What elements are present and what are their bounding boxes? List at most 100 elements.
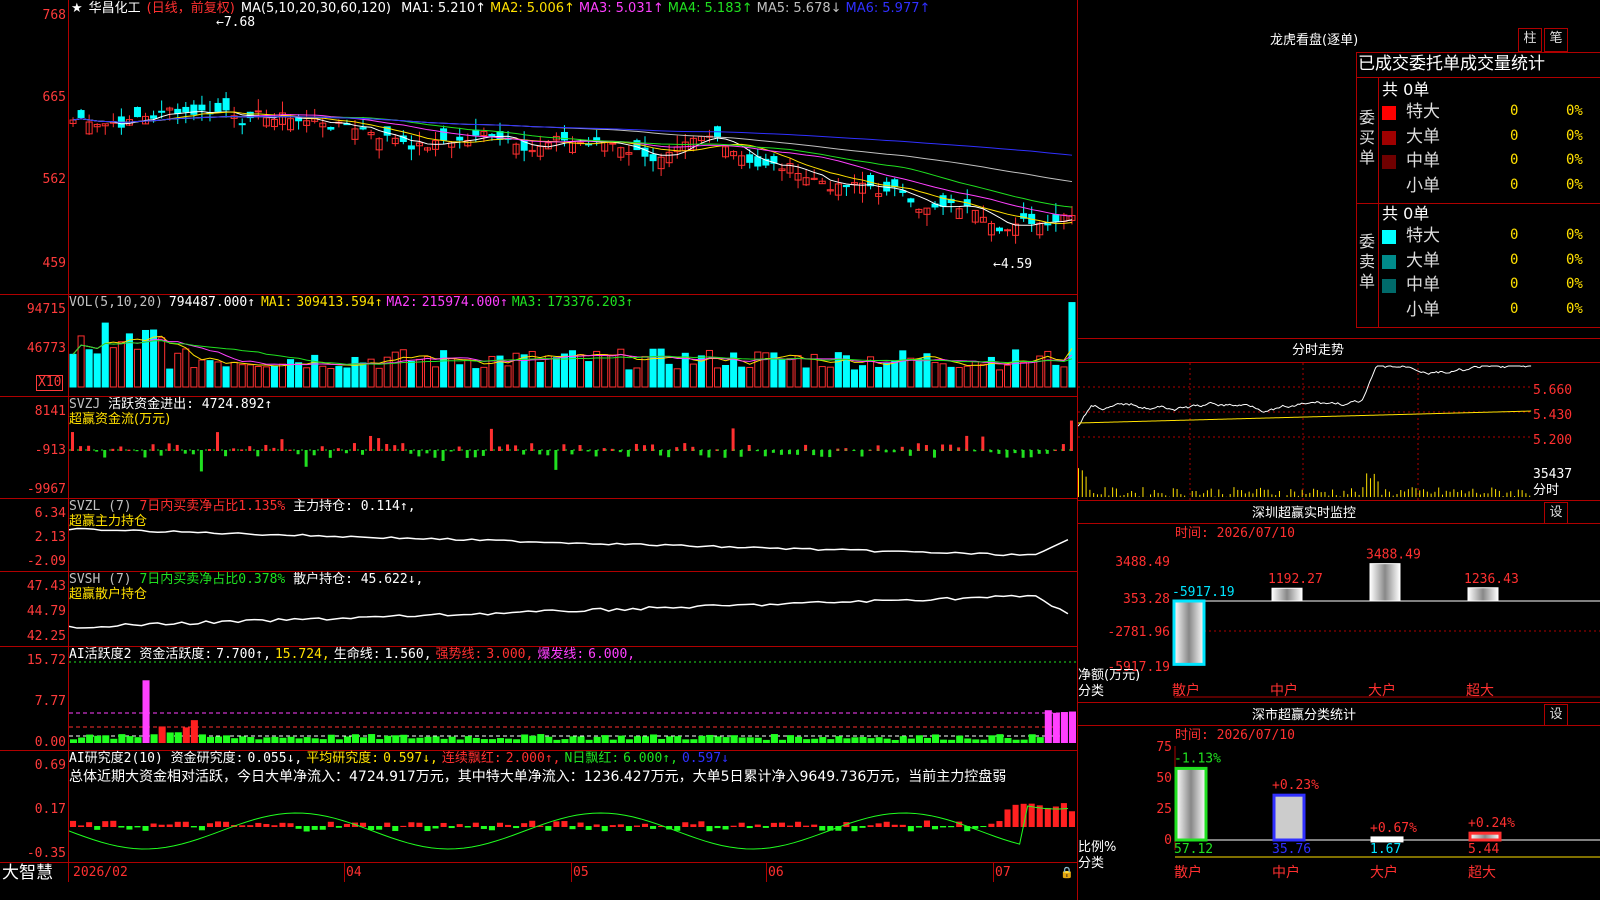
classify-bottom-2: 1.67 bbox=[1370, 842, 1401, 857]
classify-axis-1: 50 bbox=[1156, 771, 1172, 786]
volume-bar bbox=[311, 354, 319, 388]
activity-bar bbox=[964, 738, 972, 743]
volume-bar bbox=[174, 352, 182, 388]
research-bar bbox=[746, 826, 753, 829]
volume-bar bbox=[713, 367, 722, 388]
intraday-vol-bar bbox=[1165, 495, 1167, 497]
svzj-axis-mid: -913 bbox=[34, 443, 66, 458]
research-bar bbox=[464, 826, 471, 828]
ai-activity-panel[interactable]: AI活跃度2 资金活跃度: 7.700↑, 15.724, 生命线: 1.560, 强势线… bbox=[0, 647, 1077, 750]
research-bar bbox=[714, 826, 721, 829]
sell-row-pct-0: 0% bbox=[1566, 227, 1583, 243]
candle-body bbox=[359, 127, 367, 130]
activity-bar bbox=[1020, 739, 1028, 743]
intraday-vol-bar bbox=[1438, 487, 1440, 497]
intraday-vol-bar bbox=[1335, 495, 1337, 497]
intraday-vol-bar bbox=[1271, 494, 1273, 497]
tick-view-button[interactable]: 笔 bbox=[1544, 28, 1568, 52]
research-bar bbox=[134, 826, 141, 828]
activity-bar bbox=[553, 739, 561, 743]
candle-body bbox=[649, 154, 657, 162]
research-bar bbox=[150, 823, 157, 827]
volume-panel[interactable]: VOL(5,10,20) 794487.000↑ MA1: 309413.594↑ MA… bbox=[0, 295, 1077, 396]
volume-bar bbox=[1060, 366, 1068, 388]
activity-bar bbox=[279, 737, 287, 743]
volume-bar bbox=[77, 335, 85, 388]
candle-body bbox=[488, 134, 496, 137]
flow-bar bbox=[562, 444, 566, 451]
flow-bar bbox=[328, 450, 332, 458]
research-bar bbox=[126, 826, 133, 830]
intraday-vol-bar bbox=[1377, 481, 1379, 497]
flow-bar bbox=[288, 449, 292, 451]
volume-bar bbox=[657, 348, 665, 388]
classify-axis-3: 0 bbox=[1164, 833, 1172, 848]
price-axis-459: 459 bbox=[42, 256, 66, 271]
intraday-vol-bar bbox=[1487, 493, 1489, 497]
flow-bar bbox=[965, 435, 969, 451]
flow-bar bbox=[812, 450, 816, 456]
monitor-settings-button[interactable]: 设 bbox=[1544, 502, 1568, 524]
research-bar bbox=[907, 826, 914, 832]
svzl-panel[interactable]: SVZL (7) 7日内买卖净占比1.135% 主力持仓: 0.114↑, 超赢… bbox=[0, 499, 1077, 571]
flow-bar bbox=[216, 432, 220, 451]
lock-icon[interactable]: 🔒 bbox=[1060, 865, 1074, 880]
bar-view-button[interactable]: 柱 bbox=[1518, 28, 1542, 52]
flow-bar bbox=[489, 428, 493, 451]
svzj-panel[interactable]: SVZJ 活跃资金进出: 4724.892↑ 超赢资金流(万元) 8141 -9… bbox=[0, 397, 1077, 498]
monitor-axis-1: 353.28 bbox=[1123, 592, 1170, 607]
classify-cat-1: 中户 bbox=[1272, 864, 1300, 881]
research-bar bbox=[166, 824, 173, 827]
intraday-vol-bar bbox=[1297, 495, 1299, 497]
volume-bar bbox=[883, 362, 891, 388]
activity-bar bbox=[956, 735, 964, 743]
flow-bar bbox=[135, 450, 139, 452]
ma-line-3 bbox=[72, 114, 1073, 217]
activity-bar bbox=[754, 737, 762, 743]
candlestick-chart[interactable] bbox=[69, 0, 1076, 294]
activity-bar bbox=[215, 736, 223, 743]
volume-bar bbox=[472, 368, 480, 388]
svsh-axis-bot: 42.25 bbox=[26, 629, 66, 644]
intraday-vol-bar bbox=[1479, 494, 1481, 497]
activity-bar bbox=[86, 734, 94, 743]
candle-body bbox=[609, 142, 617, 145]
candle-body bbox=[327, 126, 335, 130]
research-bar bbox=[803, 825, 810, 827]
kline-panel[interactable]: ★ 华昌化工 (日线，前复权) MA(5,10,20,30,60,120) MA1: 5… bbox=[0, 0, 1077, 294]
svsh-axis-mid: 44.79 bbox=[26, 604, 66, 619]
intraday-chart[interactable] bbox=[1078, 363, 1533, 500]
research-bar bbox=[859, 826, 866, 828]
ma-line-4 bbox=[72, 116, 1073, 208]
monitor-bar-chart: 3488.49353.28-2781.96-5917.19-5917.19散户1… bbox=[1107, 548, 1600, 699]
activity-bar bbox=[674, 736, 682, 743]
research-bar bbox=[706, 826, 713, 832]
flow-bar bbox=[409, 450, 413, 454]
svsh-panel[interactable]: SVSH (7) 7日内买卖净占比0.378% 散户持仓: 45.622↓, 超… bbox=[0, 572, 1077, 646]
activity-bar bbox=[641, 736, 650, 743]
activity-bar bbox=[110, 738, 118, 743]
activity-bar bbox=[190, 720, 198, 743]
research-bar bbox=[633, 825, 640, 827]
classify-settings-button[interactable]: 设 bbox=[1544, 704, 1568, 726]
research-bar bbox=[553, 821, 560, 827]
volume-bar bbox=[762, 352, 770, 388]
candle-body bbox=[891, 179, 899, 188]
svzl-chart bbox=[69, 527, 1069, 557]
ai1-axis-bot: 0.00 bbox=[34, 735, 66, 750]
flow-bar bbox=[127, 449, 131, 451]
monitor-value-2: 3488.49 bbox=[1366, 548, 1421, 563]
activity-bar bbox=[972, 739, 980, 743]
flow-bar bbox=[763, 450, 767, 457]
sell-swatch-2 bbox=[1382, 279, 1396, 293]
volume-bar bbox=[142, 329, 150, 388]
intraday-vol-bar bbox=[1210, 488, 1212, 497]
intraday-vol-bar bbox=[1119, 495, 1121, 497]
research-bar bbox=[988, 823, 995, 827]
flow-bar bbox=[336, 448, 340, 451]
flow-bar bbox=[199, 450, 203, 472]
ai-research-panel[interactable]: AI研究度2(10) 资金研究度: 0.055↓, 平均研究度: 0.597↓, 连续飘… bbox=[0, 751, 1077, 862]
research-bar bbox=[593, 824, 600, 827]
intraday-vol-bar bbox=[1199, 494, 1201, 497]
classify-top-1: +0.23% bbox=[1272, 778, 1319, 793]
